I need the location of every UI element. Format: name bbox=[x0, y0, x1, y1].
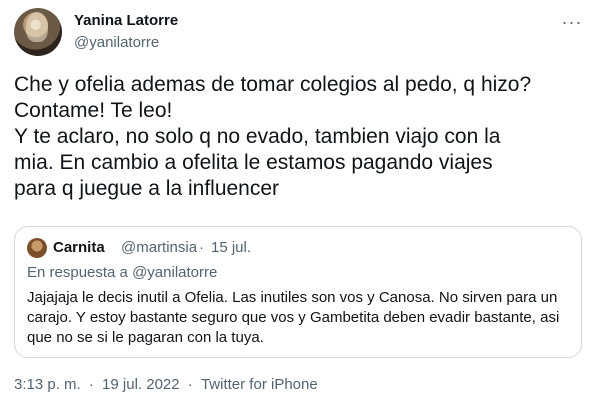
more-options-button[interactable]: ··· bbox=[560, 12, 584, 32]
quoted-text-line: que no se si le pagaran con la tuya. bbox=[27, 329, 264, 346]
author-avatar[interactable] bbox=[14, 8, 62, 56]
reply-context: En respuesta a @yanilatorre bbox=[27, 264, 217, 281]
quoted-date: 15 jul. bbox=[211, 239, 252, 256]
tweet-text-line: Che y ofelia ademas de tomar colegios al… bbox=[14, 73, 532, 96]
author-name[interactable]: Yanina Latorre bbox=[74, 12, 178, 29]
tweet-text-line: mia. En cambio a ofelita le estamos paga… bbox=[14, 151, 493, 174]
tweet-source[interactable]: Twitter for iPhone bbox=[201, 376, 318, 393]
tweet-text: Che y ofelia ademas de tomar colegios al… bbox=[14, 72, 594, 202]
more-horizontal-icon: ··· bbox=[561, 12, 583, 32]
tweet-date[interactable]: 19 jul. 2022 bbox=[102, 376, 180, 393]
author-handle[interactable]: @yanilatorre bbox=[74, 34, 159, 51]
tweet-text-line: Y te aclaro, no solo q no evado, tambien… bbox=[14, 125, 501, 148]
reply-prefix: En respuesta a bbox=[27, 264, 128, 281]
quoted-separator: · bbox=[199, 239, 204, 256]
tweet-text-line: Contame! Te leo! bbox=[14, 99, 173, 122]
quoted-author-avatar bbox=[27, 238, 47, 258]
reply-mention[interactable]: @yanilatorre bbox=[132, 264, 217, 281]
quoted-author-handle: @martinsia bbox=[121, 239, 198, 256]
meta-separator: · bbox=[187, 376, 193, 393]
quoted-text: Jajajaja le decis inutil a Ofelia. Las i… bbox=[27, 288, 579, 348]
quoted-text-line: Jajajaja le decis inutil a Ofelia. Las i… bbox=[27, 289, 558, 306]
tweet-text-line: para q juegue a la influencer bbox=[14, 177, 280, 200]
tweet-card: Yanina Latorre @yanilatorre ··· Che y of… bbox=[0, 0, 602, 418]
quoted-tweet[interactable]: Carnita @martinsia · 15 jul. En respuest… bbox=[14, 226, 582, 358]
quoted-text-line: carajo. Y estoy bastante seguro que vos … bbox=[27, 309, 560, 326]
tweet-time[interactable]: 3:13 p. m. bbox=[14, 376, 81, 393]
meta-separator: · bbox=[88, 376, 94, 393]
quoted-author-name: Carnita bbox=[53, 239, 105, 256]
tweet-meta: 3:13 p. m. · 19 jul. 2022 · Twitter for … bbox=[14, 376, 318, 393]
